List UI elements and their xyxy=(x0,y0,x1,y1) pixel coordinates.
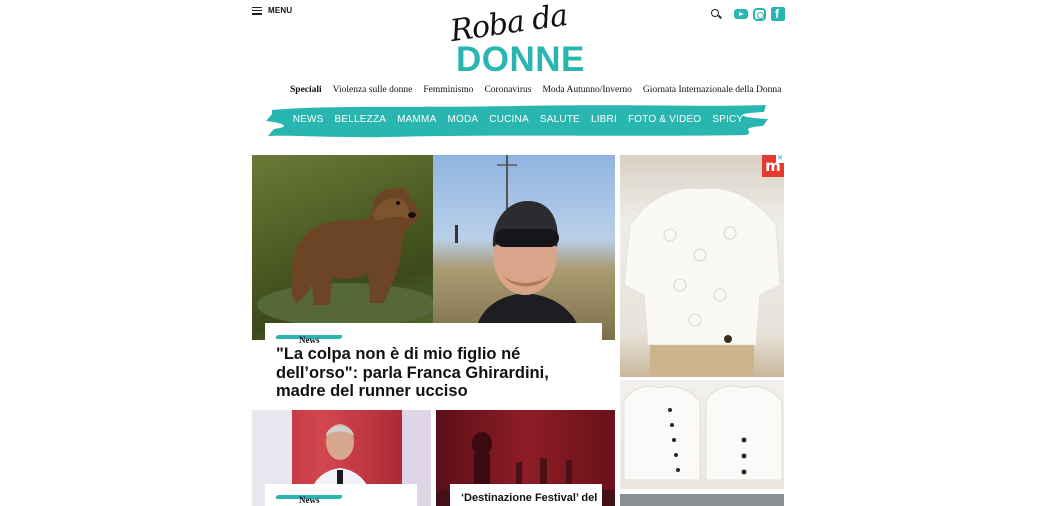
ad-close-icon[interactable]: ✕ xyxy=(776,155,784,163)
main-nav: NEWS BELLEZZA MAMMA MODA CUCINA SALUTE L… xyxy=(266,102,770,138)
bear-photo xyxy=(252,155,437,340)
category-tag[interactable]: News xyxy=(275,330,591,345)
secondary-article-card[interactable]: ‘Destinazione Festival’ del xyxy=(450,484,602,506)
category-label: News xyxy=(299,335,320,345)
search-icon[interactable] xyxy=(710,8,722,20)
nav-item-salute[interactable]: SALUTE xyxy=(540,114,580,125)
ad-image-strip xyxy=(620,494,784,506)
nav-item-foto-video[interactable]: FOTO & VIDEO xyxy=(628,114,701,125)
category-label: News xyxy=(299,495,320,505)
ad-image-shirts xyxy=(620,380,784,489)
secondary-article-card[interactable]: News xyxy=(265,484,417,506)
main-article-card[interactable]: News "La colpa non è di mio figlio né de… xyxy=(265,323,602,407)
nav-item-mamma[interactable]: MAMMA xyxy=(397,114,436,125)
menu-button[interactable]: MENU xyxy=(252,6,292,15)
runner-selfie-photo xyxy=(433,155,615,340)
speciali-link-giornata[interactable]: Giornata Internazionale della Donna xyxy=(643,85,781,95)
site-logo[interactable]: Roba da DONNE xyxy=(448,0,588,79)
nav-item-news[interactable]: NEWS xyxy=(293,114,324,125)
advertisement[interactable]: m ✕ xyxy=(620,155,784,506)
nav-item-moda[interactable]: MODA xyxy=(447,114,478,125)
youtube-icon[interactable] xyxy=(734,9,748,19)
category-tag[interactable]: News xyxy=(275,490,406,505)
speciali-link-femminismo[interactable]: Femminismo xyxy=(423,85,473,95)
speciali-link-moda[interactable]: Moda Autunno/Inverno xyxy=(542,85,631,95)
nav-item-spicy[interactable]: SPICY xyxy=(712,114,743,125)
speciali-link-violenza[interactable]: Violenza sulle donne xyxy=(333,85,413,95)
article-headline[interactable]: "La colpa non è di mio figlio né dell’or… xyxy=(276,345,591,401)
nav-item-bellezza[interactable]: BELLEZZA xyxy=(335,114,387,125)
ad-image-blouse xyxy=(620,155,784,377)
hamburger-icon xyxy=(252,6,262,15)
speciali-bar: Speciali Violenza sulle donne Femminismo… xyxy=(290,85,781,95)
header-actions: f xyxy=(710,7,785,21)
logo-main-text: DONNE xyxy=(456,40,585,79)
speciali-title: Speciali xyxy=(290,85,322,95)
hero-image[interactable] xyxy=(252,155,615,340)
instagram-icon[interactable] xyxy=(753,7,766,21)
article-headline[interactable]: ‘Destinazione Festival’ del xyxy=(461,492,597,504)
speciali-link-coronavirus[interactable]: Coronavirus xyxy=(484,85,531,95)
menu-label: MENU xyxy=(268,6,293,15)
nav-item-cucina[interactable]: CUCINA xyxy=(489,114,529,125)
facebook-icon[interactable]: f xyxy=(771,7,785,21)
nav-item-libri[interactable]: LIBRI xyxy=(591,114,617,125)
